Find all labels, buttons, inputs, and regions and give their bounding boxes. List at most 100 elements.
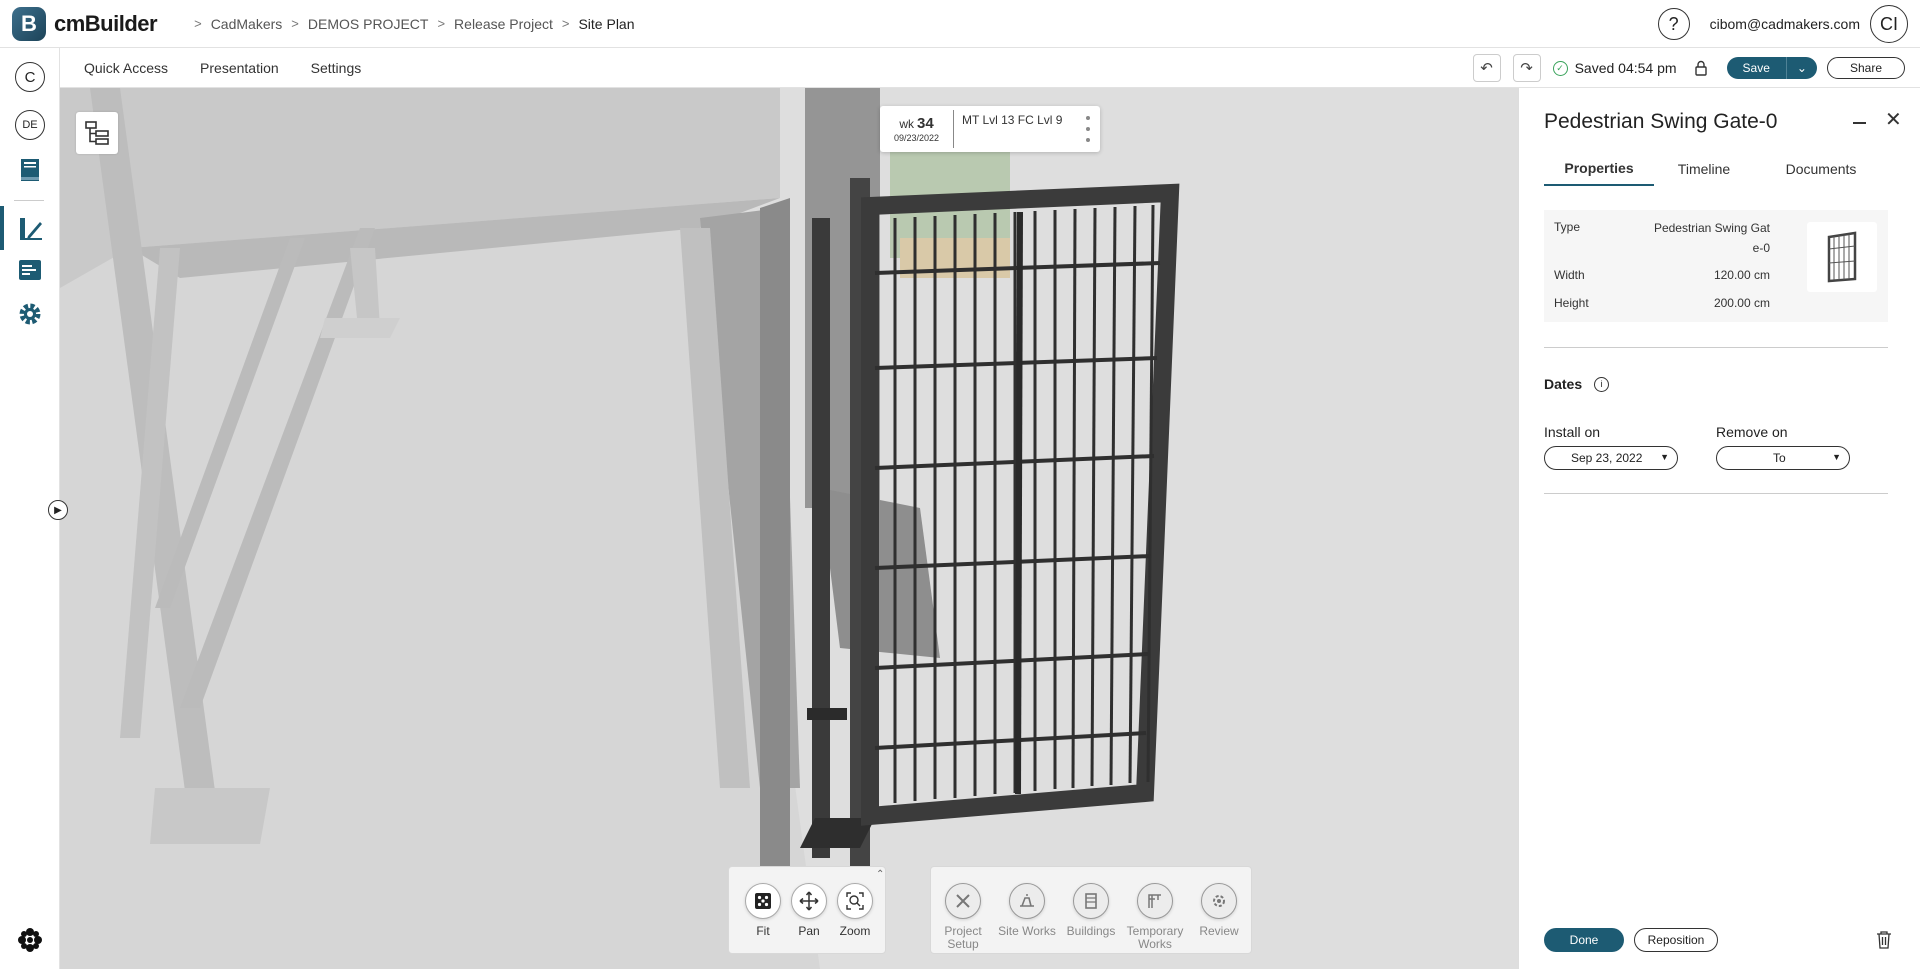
zoom-label: Zoom (839, 924, 871, 938)
secondary-toolbar: Quick Access Presentation Settings ↶ ↷ ✓… (60, 48, 1920, 88)
project-setup-label-2: Setup (947, 937, 979, 951)
week-prefix: wk (899, 117, 914, 131)
pencil-ruler-icon[interactable] (16, 214, 44, 242)
caret-down-icon: ▼ (1660, 452, 1669, 462)
site-works-label: Site Works (998, 924, 1056, 938)
minimize-icon[interactable] (1853, 122, 1866, 124)
breadcrumb-item[interactable]: CadMakers (211, 16, 283, 32)
project-setup-label-1: Project (944, 924, 982, 938)
breadcrumb-item[interactable]: DEMOS PROJECT (308, 16, 429, 32)
gate-thumbnail (1807, 222, 1877, 292)
scene-render (60, 88, 1518, 969)
apps-icon[interactable] (16, 926, 44, 954)
pan-label: Pan (798, 924, 820, 938)
project-setup-button[interactable]: Project Setup (931, 883, 995, 951)
temporary-works-label-2: Works (1138, 937, 1172, 951)
chevron-right-icon: > (194, 16, 202, 31)
save-options-button[interactable]: ⌄ (1785, 57, 1817, 79)
gate-icon (1827, 231, 1857, 283)
chevron-right-icon: > (291, 16, 299, 31)
breadcrumb-item[interactable]: Release Project (454, 16, 553, 32)
redo-icon: ↷ (1520, 60, 1533, 77)
share-button[interactable]: Share (1826, 57, 1905, 79)
info-icon[interactable]: i (1594, 376, 1610, 392)
chevron-down-icon: ⌄ (1796, 61, 1807, 75)
language-switcher[interactable]: DE (15, 110, 45, 140)
expand-rail-button[interactable]: ▶ (48, 500, 68, 520)
reposition-button[interactable]: Reposition (1634, 928, 1718, 952)
zoom-icon (846, 892, 864, 910)
user-area: ? cibom@cadmakers.com CI (1657, 0, 1920, 48)
type-label: Type (1554, 220, 1581, 234)
breadcrumb: > CadMakers > DEMOS PROJECT > Release Pr… (185, 16, 634, 32)
properties-box: Type Pedestrian Swing Gat e-0 Width 120.… (1544, 210, 1888, 322)
week-number: 34 (916, 115, 934, 132)
mode-tools: Project Setup Site Works Buildings Tempo… (930, 866, 1252, 954)
redo-button[interactable]: ↷ (1512, 54, 1541, 82)
site-works-button[interactable]: Site Works (995, 883, 1059, 938)
close-icon[interactable]: ✕ (1885, 110, 1902, 130)
panel-title: Pedestrian Swing Gate-0 (1544, 110, 1778, 133)
buildings-icon (1085, 893, 1097, 909)
undo-icon: ↶ (1480, 60, 1493, 77)
done-button[interactable]: Done (1544, 928, 1624, 952)
width-label: Width (1554, 268, 1585, 282)
temporary-works-label-1: Temporary (1126, 924, 1184, 938)
more-options-icon[interactable] (1086, 116, 1090, 142)
task-name: MT Lvl 13 FC Lvl 9 (962, 113, 1063, 127)
hierarchy-icon (85, 121, 109, 145)
panel-tabs: Properties Timeline Documents (1544, 152, 1888, 186)
logo-icon: B (12, 6, 46, 41)
calendar-chart-icon[interactable] (16, 256, 44, 284)
rail-divider (14, 200, 44, 201)
review-icon (1213, 895, 1225, 907)
lock-icon (1694, 60, 1707, 76)
saved-text: Saved 04:54 pm (1574, 60, 1677, 76)
install-date-select[interactable]: Sep 23, 2022 ▼ (1544, 446, 1678, 470)
review-button[interactable]: Review (1187, 883, 1251, 938)
tab-documents[interactable]: Documents (1754, 152, 1888, 186)
lock-button[interactable] (1686, 54, 1715, 82)
site-works-icon (1020, 894, 1034, 907)
help-button[interactable]: ? (1657, 8, 1690, 40)
save-button[interactable]: Save (1726, 57, 1786, 79)
properties-panel: Pedestrian Swing Gate-0 ✕ Properties Tim… (1518, 88, 1920, 969)
undo-button[interactable]: ↶ (1472, 54, 1501, 82)
book-icon[interactable] (16, 156, 44, 184)
zoom-button[interactable]: Zoom (823, 883, 887, 938)
company-switcher[interactable]: C (15, 62, 45, 92)
chevron-right-icon: ▶ (54, 504, 62, 516)
save-status: ✓ Saved 04:54 pm (1552, 60, 1677, 76)
timeline-card[interactable]: wk 34 09/23/2022 MT Lvl 13 FC Lvl 9 (880, 106, 1100, 152)
top-bar: B cmBuilder > CadMakers > DEMOS PROJECT … (0, 0, 1920, 48)
install-on-label: Install on (1544, 424, 1601, 440)
fit-icon (755, 893, 771, 909)
3d-viewport[interactable]: wk 34 09/23/2022 MT Lvl 13 FC Lvl 9 ⌃ Fit (60, 88, 1518, 969)
active-indicator (0, 206, 4, 250)
width-value: 120.00 cm (1713, 268, 1770, 282)
buildings-button[interactable]: Buildings (1059, 883, 1123, 938)
scene-tree-button[interactable] (76, 112, 118, 154)
menu-settings[interactable]: Settings (311, 60, 362, 76)
app-name: cmBuilder (54, 10, 158, 36)
buildings-label: Buildings (1066, 924, 1116, 938)
fit-label: Fit (756, 924, 770, 938)
tab-timeline[interactable]: Timeline (1654, 152, 1754, 186)
chevron-up-icon[interactable]: ⌃ (876, 869, 884, 880)
avatar[interactable]: CI (1870, 5, 1908, 43)
caret-down-icon: ▼ (1832, 452, 1841, 462)
tab-properties[interactable]: Properties (1544, 152, 1654, 186)
app-logo[interactable]: B cmBuilder (12, 6, 158, 41)
menu-quick-access[interactable]: Quick Access (84, 60, 168, 76)
menu-presentation[interactable]: Presentation (200, 60, 279, 76)
temporary-works-button[interactable]: Temporary Works (1123, 883, 1187, 951)
remove-on-label: Remove on (1716, 424, 1788, 440)
project-setup-icon (956, 894, 970, 908)
remove-date-select[interactable]: To ▼ (1716, 446, 1850, 470)
toolbar-actions: ↶ ↷ ✓ Saved 04:54 pm Save ⌄ Share (1472, 48, 1920, 88)
trash-icon[interactable] (1875, 930, 1893, 950)
user-email[interactable]: cibom@cadmakers.com (1710, 16, 1860, 32)
divider (1544, 347, 1888, 348)
gear-icon[interactable] (16, 300, 44, 328)
breadcrumb-current: Site Plan (578, 15, 635, 32)
